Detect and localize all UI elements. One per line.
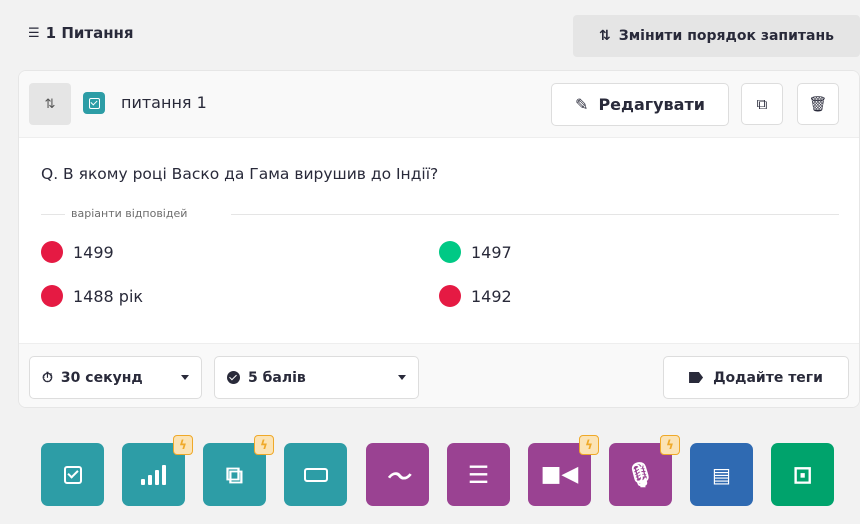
flash-icon: ϟ: [254, 435, 274, 455]
add-open-ended-button[interactable]: ☰: [447, 443, 510, 506]
chevron-down-icon: [398, 375, 406, 380]
incorrect-dot-icon: [41, 241, 63, 263]
add-poll-button[interactable]: ϟ: [122, 435, 193, 506]
chart-icon: ▤: [712, 462, 731, 487]
draw-icon: 〜: [385, 463, 410, 491]
reorder-questions-button[interactable]: ⇅ Змінити порядок запитань: [573, 15, 860, 57]
points-select[interactable]: 5 балів: [214, 356, 419, 399]
edit-label: Редагувати: [598, 95, 705, 114]
question-card: ⇅ питання 1 ✎ Редагувати ⧉ 🗑 Q. В якому …: [18, 70, 860, 408]
add-match-button[interactable]: ⧉ ϟ: [203, 435, 274, 506]
answer-option: 1488 рік: [41, 285, 143, 307]
sort-icon: ⇅: [599, 28, 611, 44]
points-value: 5 балів: [248, 369, 306, 386]
add-draw-button[interactable]: 〜: [366, 443, 429, 506]
add-chart-button[interactable]: ▤: [690, 443, 753, 506]
answer-option: 1497: [439, 241, 512, 263]
answer-text: 1488 рік: [73, 286, 144, 306]
add-multiple-choice-button[interactable]: [41, 443, 104, 506]
fill-blank-icon: [303, 467, 328, 482]
trash-icon: 🗑: [808, 95, 828, 113]
match-icon: ⧉: [225, 460, 244, 489]
video-icon: ■◀: [540, 462, 579, 487]
edit-button[interactable]: ✎ Редагувати: [551, 83, 729, 126]
list-check-icon: ☰: [28, 25, 40, 41]
incorrect-dot-icon: [41, 285, 63, 307]
stopwatch-icon: ⏱: [42, 369, 53, 386]
question-card-footer: ⏱ 30 секунд 5 балів Додайте теги: [19, 343, 859, 407]
add-tags-button[interactable]: Додайте теги: [663, 356, 849, 399]
question-count: ☰ 1 Питання: [28, 24, 134, 42]
audio-icon: 🎙: [625, 460, 656, 489]
question-text: Q. В якому році Васко да Гама вирушив до…: [41, 165, 439, 183]
flash-icon: ϟ: [579, 435, 599, 455]
checkbox-icon: [88, 97, 100, 109]
slide-icon: ⊡: [792, 460, 813, 489]
drag-handle[interactable]: ⇅: [29, 83, 71, 125]
tag-icon: [689, 372, 704, 383]
questions-header: ☰ 1 Питання ⇅ Змінити порядок запитань: [0, 0, 860, 62]
chevron-down-icon: [181, 375, 189, 380]
answer-option: 1492: [439, 285, 512, 307]
delete-button[interactable]: 🗑: [797, 83, 839, 125]
question-type-badge: [83, 92, 105, 114]
time-select[interactable]: ⏱ 30 секунд: [29, 356, 202, 399]
question-card-header: ⇅ питання 1 ✎ Редагувати ⧉ 🗑: [19, 71, 859, 138]
answers-label: варіанти відповідей: [71, 207, 188, 220]
answer-text: 1499: [73, 242, 114, 262]
sort-icon: ⇅: [44, 96, 56, 112]
flash-icon: ϟ: [660, 435, 680, 455]
add-fill-blank-button[interactable]: [284, 443, 347, 506]
answer-option: 1499: [41, 241, 114, 263]
answer-text: 1497: [471, 242, 512, 262]
question-count-label: 1 Питання: [45, 24, 134, 42]
correct-dot-icon: [439, 241, 461, 263]
flash-icon: ϟ: [173, 435, 193, 455]
multiple-choice-icon: [63, 465, 82, 484]
duplicate-button[interactable]: ⧉: [741, 83, 783, 125]
divider: [231, 214, 839, 215]
pencil-icon: ✎: [575, 95, 589, 114]
answer-text: 1492: [471, 286, 512, 306]
reorder-label: Змінити порядок запитань: [618, 28, 834, 44]
copy-icon: ⧉: [756, 95, 768, 113]
add-slide-button[interactable]: ⊡: [771, 443, 834, 506]
check-circle-icon: [227, 371, 240, 384]
incorrect-dot-icon: [439, 285, 461, 307]
tags-label: Додайте теги: [713, 369, 823, 386]
question-label: питання 1: [121, 93, 207, 112]
time-value: 30 секунд: [60, 369, 143, 386]
add-audio-button[interactable]: 🎙 ϟ: [609, 435, 680, 506]
add-video-button[interactable]: ■◀ ϟ: [528, 435, 599, 506]
open-ended-icon: ☰: [467, 460, 490, 489]
poll-icon: [141, 464, 166, 485]
divider: [41, 214, 65, 215]
